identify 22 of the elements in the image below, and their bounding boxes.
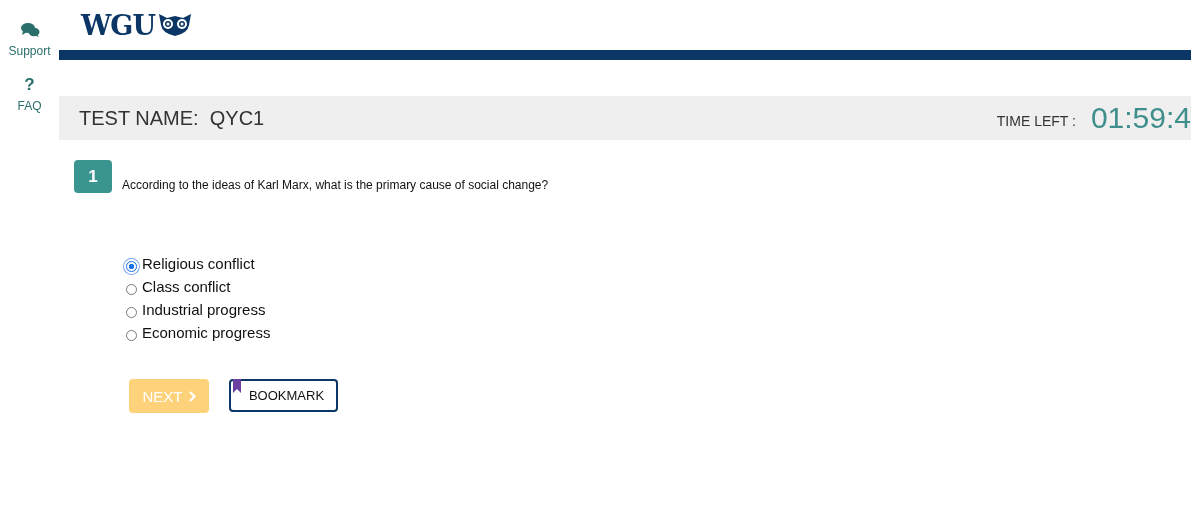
- help-icon: ?: [24, 76, 35, 93]
- answer-option[interactable]: Economic progress: [126, 324, 271, 341]
- bookmark-ribbon-icon: [233, 379, 241, 393]
- radio-button[interactable]: [126, 283, 137, 295]
- radio-button[interactable]: [126, 329, 137, 341]
- timer: 01:59:4: [1090, 101, 1191, 135]
- radio-button[interactable]: [126, 260, 137, 272]
- answer-option[interactable]: Industrial progress: [126, 301, 266, 318]
- owl-icon: [157, 13, 192, 37]
- chevron-right-icon: [188, 390, 196, 402]
- answer-option[interactable]: Religious conflict: [126, 255, 255, 272]
- time-left-label: TIME LEFT :: [996, 113, 1076, 129]
- question-number: 1: [74, 160, 112, 193]
- test-name: TEST NAME: QYC1: [79, 106, 266, 130]
- radio-button[interactable]: [126, 306, 137, 318]
- support-link[interactable]: Support: [8, 22, 51, 58]
- question-text: According to the ideas of Karl Marx, what is the primary cause of social change?: [122, 178, 549, 192]
- faq-link[interactable]: ? FAQ: [17, 76, 42, 113]
- answer-option[interactable]: Class conflict: [126, 278, 231, 295]
- chat-icon: [19, 22, 40, 38]
- logo: WGU: [81, 9, 155, 41]
- bookmark-button[interactable]: BOOKMARK: [229, 379, 338, 412]
